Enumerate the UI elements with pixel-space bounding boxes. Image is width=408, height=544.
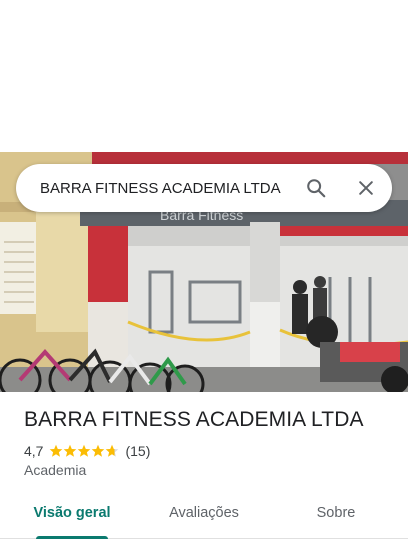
active-tab-indicator	[36, 536, 108, 539]
rating-row[interactable]: 4,7 (15)	[24, 443, 394, 459]
search-input[interactable]: BARRA FITNESS ACADEMIA LTDA	[16, 180, 296, 197]
tab-label: Avaliações	[169, 505, 239, 521]
star-icon	[64, 444, 77, 457]
rating-value: 4,7	[24, 443, 44, 459]
place-title: BARRA FITNESS ACADEMIA LTDA	[24, 408, 364, 431]
place-tabs: Visão geral Avaliações Sobre	[0, 494, 408, 539]
star-icon	[92, 444, 105, 457]
clear-search-button[interactable]	[346, 168, 386, 208]
star-icon	[50, 444, 63, 457]
tab-about[interactable]: Sobre	[264, 494, 408, 538]
tab-label: Visão geral	[33, 505, 111, 521]
close-icon	[359, 181, 373, 195]
star-icon	[106, 444, 119, 457]
star-icon	[78, 444, 91, 457]
search-button[interactable]	[296, 168, 336, 208]
place-category[interactable]: Academia	[24, 462, 394, 478]
star-rating	[49, 444, 119, 458]
search-bar[interactable]: BARRA FITNESS ACADEMIA LTDA	[16, 164, 392, 212]
tab-overview[interactable]: Visão geral	[0, 494, 144, 539]
tab-label: Sobre	[316, 505, 356, 521]
search-icon	[307, 179, 326, 198]
tab-reviews[interactable]: Avaliações	[144, 494, 264, 538]
place-info: BARRA FITNESS ACADEMIA LTDA 4,7 (15) Aca…	[24, 408, 394, 478]
review-count: (15)	[125, 443, 151, 459]
